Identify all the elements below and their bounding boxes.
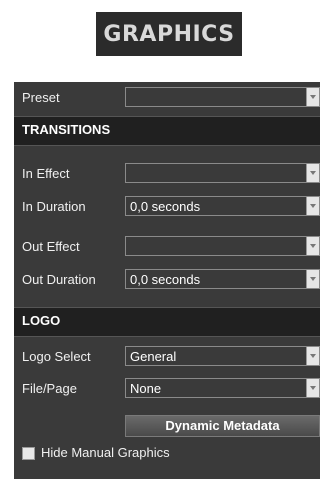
in-duration-dropdown[interactable]: 0,0 seconds (125, 196, 320, 216)
hide-manual-graphics-checkbox[interactable] (22, 447, 35, 460)
in-effect-dropdown[interactable] (125, 163, 320, 183)
chevron-down-icon[interactable] (306, 197, 319, 215)
chevron-down-icon[interactable] (306, 164, 319, 182)
in-effect-label: In Effect (22, 166, 70, 181)
preset-dropdown[interactable] (125, 87, 320, 107)
out-duration-dropdown[interactable]: 0,0 seconds (125, 269, 320, 289)
out-duration-value: 0,0 seconds (130, 272, 201, 287)
logo-select-dropdown[interactable]: General (125, 346, 320, 366)
graphics-title: GRAPHICS (96, 12, 242, 56)
in-duration-label: In Duration (22, 199, 86, 214)
graphics-panel: Preset TRANSITIONS In Effect In Duration… (14, 82, 320, 479)
transitions-section-header: TRANSITIONS (14, 116, 320, 146)
out-duration-label: Out Duration (22, 272, 96, 287)
chevron-down-icon[interactable] (306, 379, 319, 397)
logo-select-label: Logo Select (22, 349, 91, 364)
dynamic-metadata-button[interactable]: Dynamic Metadata (125, 415, 320, 437)
chevron-down-icon[interactable] (306, 270, 319, 288)
in-duration-value: 0,0 seconds (130, 199, 201, 214)
logo-select-value: General (130, 349, 177, 364)
file-page-dropdown[interactable]: None (125, 378, 320, 398)
preset-label: Preset (22, 90, 60, 105)
transitions-section-title: TRANSITIONS (22, 122, 111, 137)
chevron-down-icon[interactable] (306, 88, 319, 106)
logo-section-header: LOGO (14, 307, 320, 337)
out-effect-dropdown[interactable] (125, 236, 320, 256)
out-effect-label: Out Effect (22, 239, 80, 254)
file-page-value: None (130, 381, 162, 396)
file-page-label: File/Page (22, 381, 77, 396)
chevron-down-icon[interactable] (306, 237, 319, 255)
hide-manual-graphics-label[interactable]: Hide Manual Graphics (41, 445, 170, 460)
chevron-down-icon[interactable] (306, 347, 319, 365)
logo-section-title: LOGO (22, 313, 61, 328)
